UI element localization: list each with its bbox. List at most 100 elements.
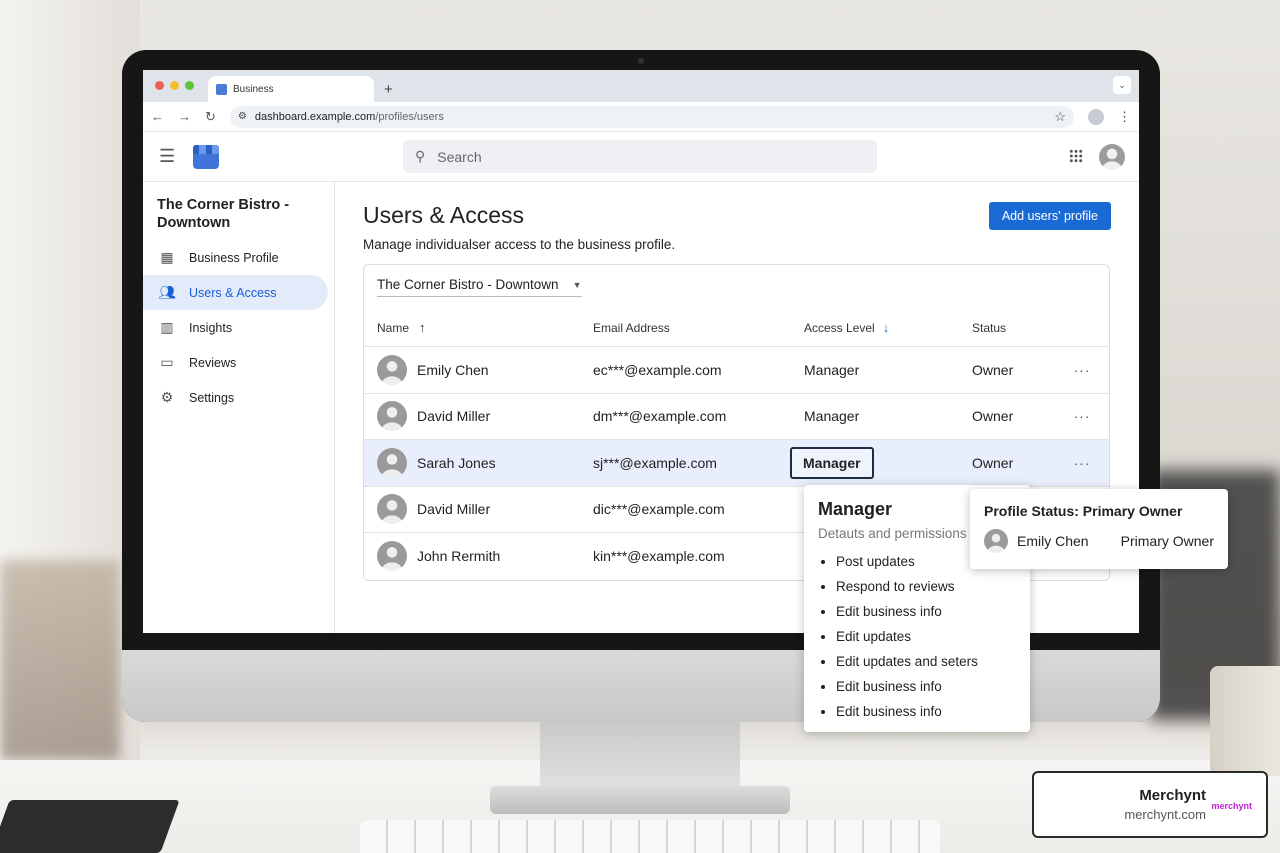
profile-status-role: Primary Owner [1120, 533, 1214, 549]
tab-title: Business [233, 83, 274, 95]
monitor-stand-base [490, 786, 790, 814]
business-name: The Corner Bistro - Downtown [157, 197, 290, 231]
sort-descending-icon: ↓ [882, 320, 890, 335]
more-options-icon[interactable]: ··· [1062, 408, 1102, 424]
sidebar-item-label: Users & Access [189, 285, 277, 300]
column-header-status[interactable]: Status [972, 321, 1062, 335]
column-label: Access Level [804, 320, 875, 335]
user-email: ec***@example.com [593, 361, 722, 378]
user-name: John Rermith [417, 548, 501, 565]
sidebar-item-users-access[interactable]: 👥︎ Users & Access [143, 275, 328, 310]
table-row-selected[interactable]: Sarah Jones sj***@example.com Manager Ow… [364, 440, 1109, 487]
user-avatar [984, 529, 1008, 553]
search-input[interactable]: ⚲ Search [403, 140, 877, 173]
column-header-name[interactable]: Name ↑ [364, 320, 593, 335]
sidebar-item-insights[interactable]: ▥ Insights [143, 310, 334, 345]
sidebar-nav: ▦ Business Profile 👥︎ Users & Access ▥ I… [143, 240, 334, 415]
sidebar-item-settings[interactable]: ⚙ Settings [143, 380, 334, 415]
profile-status-popover: Profile Status: Primary Owner Emily Chen… [970, 489, 1228, 569]
table-row[interactable]: Emily Chen ec***@example.com Manager Own… [364, 347, 1109, 394]
people-icon: 👥︎ [158, 284, 176, 300]
sidebar-item-label: Reviews [189, 355, 237, 370]
user-name: David Miller [417, 501, 491, 518]
permission-item: Respond to reviews [836, 574, 1016, 599]
user-name: Emily Chen [417, 361, 489, 378]
hamburger-menu-icon[interactable]: ☰ [159, 146, 179, 167]
back-arrow-icon[interactable]: ← [151, 109, 164, 124]
address-bar[interactable]: ⚙ dashboard.example.com/profiles/users ☆ [229, 105, 1074, 128]
apps-grid-icon[interactable] [1069, 149, 1083, 163]
brand-url: merchynt.com [1124, 807, 1206, 822]
column-header-access[interactable]: Access Level ↓ [804, 320, 972, 335]
brand-name: Merchynt [1139, 787, 1206, 804]
url-domain: dashboard.example.com [254, 110, 376, 123]
maximize-window-button[interactable] [185, 81, 194, 90]
favicon-icon [216, 83, 227, 95]
permission-item: Edit business info [836, 699, 1016, 724]
sidebar-item-reviews[interactable]: ▭ Reviews [143, 345, 334, 380]
brand-logo: merchynt [1211, 801, 1252, 811]
brand-badge: Merchynt merchynt.com merchynt [1032, 771, 1268, 838]
close-window-button[interactable] [155, 81, 164, 90]
caret-down-icon: ▼ [572, 279, 582, 290]
notebook [0, 800, 180, 853]
search-placeholder: Search [437, 148, 482, 165]
webcam [638, 58, 644, 64]
profile-status-row: Emily Chen Primary Owner [984, 529, 1214, 553]
access-level[interactable]: Manager [804, 362, 972, 378]
user-email: dic***@example.com [593, 501, 725, 518]
user-status: Owner [972, 454, 1014, 471]
access-level[interactable]: Manager [804, 408, 972, 424]
minimize-window-button[interactable] [170, 81, 179, 90]
user-avatar [377, 541, 407, 572]
sidebar-item-business-profile[interactable]: ▦ Business Profile [143, 240, 334, 275]
profile-status-title: Profile Status: Primary Owner [984, 503, 1183, 519]
profile-status-user: Emily Chen [1017, 533, 1089, 549]
permission-item: Edit business info [836, 674, 1016, 699]
user-email: sj***@example.com [593, 454, 717, 471]
browser-profile-icon[interactable] [1088, 108, 1104, 125]
window-controls [155, 81, 194, 90]
browser-toolbar: ← → ↻ ⚙ dashboard.example.com/profiles/u… [143, 102, 1139, 132]
permission-item: Edit updates [836, 624, 1016, 649]
business-logo-icon[interactable] [193, 144, 219, 169]
account-avatar[interactable] [1099, 144, 1125, 170]
table-row[interactable]: David Miller dm***@example.com Manager O… [364, 394, 1109, 440]
table-header: Name ↑ Email Address Access Level ↓ Stat… [364, 309, 1109, 347]
user-avatar [377, 494, 407, 525]
bar-chart-icon: ▥ [160, 319, 174, 335]
bookmark-star-icon[interactable]: ☆ [1054, 109, 1066, 125]
browser-tab[interactable]: Business [208, 76, 374, 102]
access-level-dropdown[interactable]: Manager [790, 446, 874, 479]
browser-tabbar: Business + ⌄ [143, 70, 1139, 102]
sidebar-item-label: Insights [189, 320, 233, 335]
search-icon: ⚲ [415, 148, 426, 164]
more-options-icon[interactable]: ··· [1062, 455, 1102, 471]
coffee-mug [1210, 666, 1280, 776]
sidebar-item-label: Settings [189, 390, 235, 405]
more-options-icon[interactable]: ··· [1062, 362, 1102, 378]
column-header-email[interactable]: Email Address [593, 321, 804, 335]
sidebar: The Corner Bistro - Downtown ▦ Business … [143, 182, 335, 633]
monitor-stand [540, 722, 740, 792]
url-path: /profiles/users [375, 110, 444, 123]
user-name: David Miller [417, 408, 491, 425]
user-avatar [377, 447, 407, 478]
reload-icon[interactable]: ↻ [205, 109, 216, 125]
browser-menu-icon[interactable]: ⋮ [1118, 109, 1131, 125]
add-users-profile-button[interactable]: Add users' profile [988, 202, 1111, 230]
comment-icon: ▭ [160, 354, 174, 370]
user-avatar [377, 354, 407, 385]
gear-icon: ⚙ [160, 389, 174, 405]
location-dropdown[interactable]: The Corner Bistro - Downtown ▼ [377, 277, 582, 297]
new-tab-button[interactable]: + [384, 76, 393, 102]
column-label: Name [377, 320, 410, 335]
site-info-icon[interactable]: ⚙ [238, 111, 247, 122]
background-shelf [0, 560, 120, 760]
page-subtitle: Manage individualser access to the busin… [363, 237, 676, 252]
app-header: ☰ ⚲ Search [143, 132, 1139, 182]
forward-arrow-icon[interactable]: → [178, 109, 191, 124]
permissions-list: Post updates Respond to reviews Edit bus… [818, 549, 1016, 724]
permission-item: Edit updates and seters [836, 649, 1016, 674]
tab-search-chevron-icon[interactable]: ⌄ [1113, 76, 1131, 94]
